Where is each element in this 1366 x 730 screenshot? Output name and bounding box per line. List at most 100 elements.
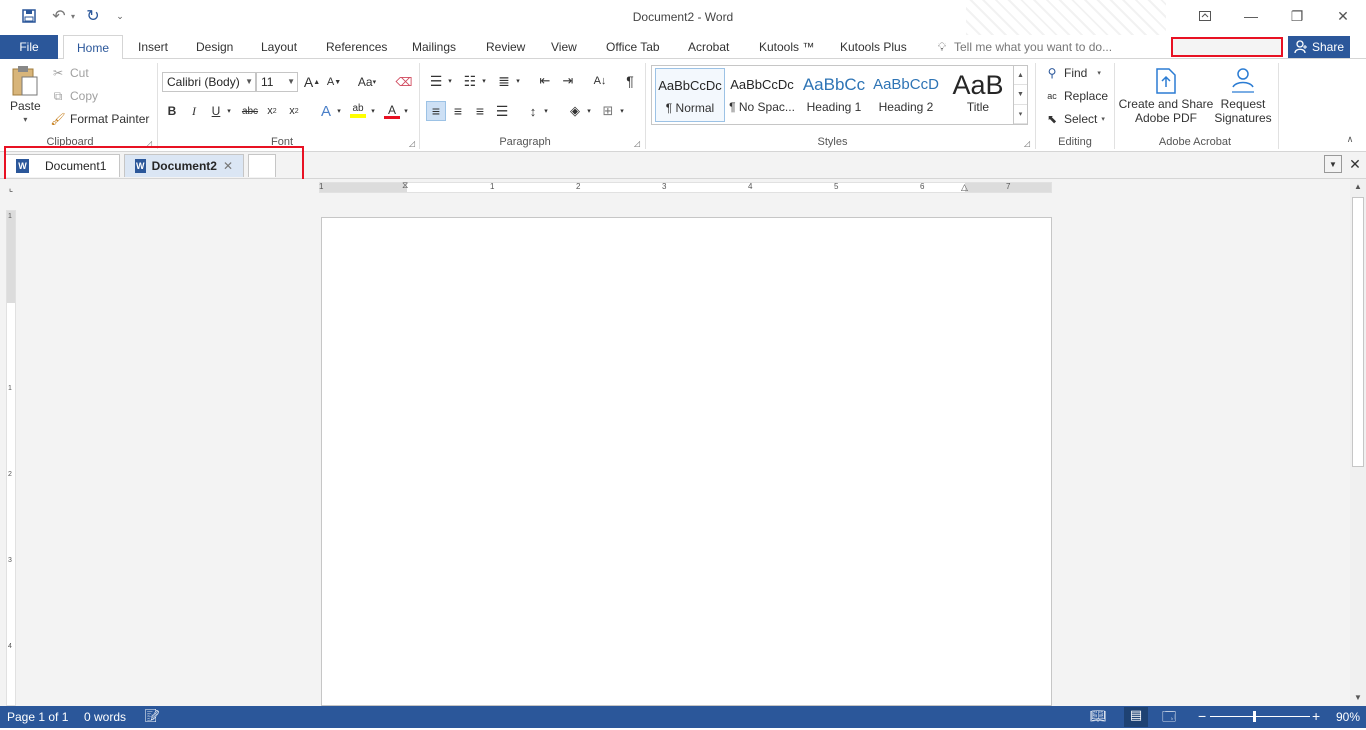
- tab-insert[interactable]: Insert: [130, 35, 176, 59]
- tab-kutools-plus[interactable]: Kutools Plus: [832, 35, 915, 59]
- zoom-in-icon[interactable]: +: [1312, 708, 1320, 724]
- scroll-down-icon[interactable]: ▼: [1350, 690, 1366, 706]
- tab-view[interactable]: View: [543, 35, 585, 59]
- tab-file[interactable]: File: [0, 35, 58, 59]
- tab-mailings[interactable]: Mailings: [404, 35, 464, 59]
- zoom-out-icon[interactable]: −: [1198, 708, 1206, 724]
- tell-me-search[interactable]: 💡︎ Tell me what you want to do...: [926, 35, 1120, 59]
- first-line-indent-icon[interactable]: ⧖: [402, 180, 408, 191]
- share-button[interactable]: Share: [1288, 36, 1350, 58]
- style-heading-1[interactable]: AaBbCc Heading 1: [799, 68, 869, 122]
- shading-dropdown-icon[interactable]: ▾: [584, 101, 594, 121]
- replace-button[interactable]: ac Replace: [1044, 88, 1108, 104]
- proofing-icon[interactable]: 📝︎: [144, 708, 161, 724]
- horizontal-ruler[interactable]: 1 1 2 3 4 5 6 7 ⧖ △: [319, 180, 1052, 193]
- text-effects-icon[interactable]: A: [316, 101, 336, 121]
- line-spacing-dropdown-icon[interactable]: ▾: [541, 101, 551, 121]
- sort-icon[interactable]: A↓: [590, 71, 610, 91]
- bold-icon[interactable]: B: [162, 101, 182, 121]
- increase-indent-icon[interactable]: ⇥: [558, 71, 578, 91]
- select-button[interactable]: ⬉ Select ▾: [1044, 111, 1105, 127]
- numbering-dropdown-icon[interactable]: ▾: [479, 71, 489, 91]
- tab-acrobat[interactable]: Acrobat: [680, 35, 737, 59]
- change-case-icon[interactable]: Aa ▾: [352, 72, 382, 92]
- paragraph-dialog-launcher-icon[interactable]: ◿: [634, 139, 640, 148]
- line-spacing-icon[interactable]: ↕: [523, 101, 543, 121]
- tab-references[interactable]: References: [318, 35, 395, 59]
- show-formatting-icon[interactable]: ¶: [620, 71, 640, 91]
- scroll-up-icon[interactable]: ▲: [1350, 179, 1366, 195]
- font-size-combo[interactable]: 11 ▼: [256, 72, 298, 92]
- subscript-icon[interactable]: x2: [262, 101, 282, 121]
- style-heading-2[interactable]: AaBbCcD Heading 2: [871, 68, 941, 122]
- tab-layout[interactable]: Layout: [253, 35, 305, 59]
- styles-gallery-scroll[interactable]: ▲ ▼ ▾: [1013, 66, 1027, 124]
- justify-icon[interactable]: ☰: [492, 101, 512, 121]
- zoom-slider[interactable]: [1210, 716, 1310, 717]
- scrollbar-thumb[interactable]: [1352, 197, 1364, 467]
- tab-home[interactable]: Home: [63, 35, 123, 60]
- shading-icon[interactable]: ◈: [565, 101, 585, 121]
- minimize-icon[interactable]: —: [1234, 4, 1268, 28]
- bullets-icon[interactable]: ☰: [426, 71, 446, 91]
- zoom-slider-thumb[interactable]: [1253, 711, 1257, 722]
- close-icon[interactable]: ✕: [1326, 4, 1360, 28]
- request-signatures-button[interactable]: Request Signatures: [1212, 67, 1274, 125]
- align-center-icon[interactable]: ≡: [448, 101, 468, 121]
- web-layout-icon[interactable]: 🗔︎: [1162, 708, 1176, 730]
- ribbon-display-options-icon[interactable]: [1188, 4, 1222, 28]
- vertical-ruler[interactable]: 1 1 2 3 4: [6, 210, 16, 706]
- find-button[interactable]: ⚲ Find ▾: [1044, 65, 1101, 81]
- tab-review[interactable]: Review: [478, 35, 533, 59]
- tab-stop-selector-icon[interactable]: ⌞: [4, 181, 18, 195]
- tab-kutools[interactable]: Kutools ™: [751, 35, 822, 59]
- decrease-indent-icon[interactable]: ⇤: [535, 71, 555, 91]
- style-no-spacing[interactable]: AaBbCcDc ¶ No Spac...: [727, 68, 797, 122]
- styles-dialog-launcher-icon[interactable]: ◿: [1024, 139, 1030, 148]
- borders-icon[interactable]: ⊞: [598, 101, 618, 121]
- clear-formatting-icon[interactable]: ⌫: [394, 72, 414, 92]
- align-right-icon[interactable]: ≡: [470, 101, 490, 121]
- close-document-icon[interactable]: ✕: [1346, 155, 1364, 173]
- more-icon[interactable]: ▾: [1014, 105, 1027, 124]
- style-title[interactable]: AaB Title: [943, 68, 1013, 122]
- italic-icon[interactable]: I: [184, 101, 204, 121]
- restore-icon[interactable]: ❐: [1280, 4, 1314, 28]
- scroll-up-icon[interactable]: ▲: [1014, 66, 1027, 86]
- right-indent-icon[interactable]: △: [961, 182, 968, 193]
- align-left-icon[interactable]: ≡: [426, 101, 446, 121]
- shrink-font-icon[interactable]: A ▼: [324, 72, 344, 92]
- tab-office-tab[interactable]: Office Tab: [598, 35, 668, 59]
- font-dialog-launcher-icon[interactable]: ◿: [409, 139, 415, 148]
- borders-dropdown-icon[interactable]: ▾: [617, 101, 627, 121]
- multilevel-dropdown-icon[interactable]: ▾: [513, 71, 523, 91]
- highlight-dropdown-icon[interactable]: ▾: [368, 101, 378, 121]
- underline-dropdown-icon[interactable]: ▾: [224, 101, 234, 121]
- document-page[interactable]: [321, 217, 1052, 706]
- format-painter-button[interactable]: 🖌︎ Format Painter: [50, 111, 149, 127]
- text-highlight-icon[interactable]: ab: [348, 101, 368, 121]
- strikethrough-icon[interactable]: abc: [240, 101, 260, 121]
- read-mode-icon[interactable]: 📖︎: [1090, 708, 1107, 724]
- font-color-dropdown-icon[interactable]: ▾: [401, 101, 411, 121]
- style-normal[interactable]: AaBbCcDc ¶ Normal: [655, 68, 725, 122]
- bullets-dropdown-icon[interactable]: ▾: [445, 71, 455, 91]
- create-share-pdf-button[interactable]: Create and Share Adobe PDF: [1118, 67, 1214, 125]
- font-name-combo[interactable]: Calibri (Body) ▼: [162, 72, 256, 92]
- multilevel-list-icon[interactable]: ≣: [494, 71, 514, 91]
- numbering-icon[interactable]: ☷: [460, 71, 480, 91]
- paste-button[interactable]: Paste ▾: [10, 65, 41, 124]
- print-layout-icon[interactable]: ▤: [1124, 707, 1148, 727]
- collapse-ribbon-icon[interactable]: ∧: [1340, 129, 1360, 149]
- zoom-level[interactable]: 90%: [1336, 710, 1360, 724]
- text-effects-dropdown-icon[interactable]: ▾: [334, 101, 344, 121]
- scroll-down-icon[interactable]: ▼: [1014, 85, 1027, 105]
- word-count[interactable]: 0 words: [84, 710, 126, 724]
- vertical-scrollbar[interactable]: ▲ ▼: [1350, 179, 1366, 706]
- font-color-icon[interactable]: A: [382, 101, 402, 121]
- copy-button[interactable]: ⧉ Copy: [50, 88, 98, 104]
- page-count[interactable]: Page 1 of 1: [7, 710, 68, 724]
- tab-design[interactable]: Design: [188, 35, 241, 59]
- superscript-icon[interactable]: x2: [284, 101, 304, 121]
- underline-icon[interactable]: U: [206, 101, 226, 121]
